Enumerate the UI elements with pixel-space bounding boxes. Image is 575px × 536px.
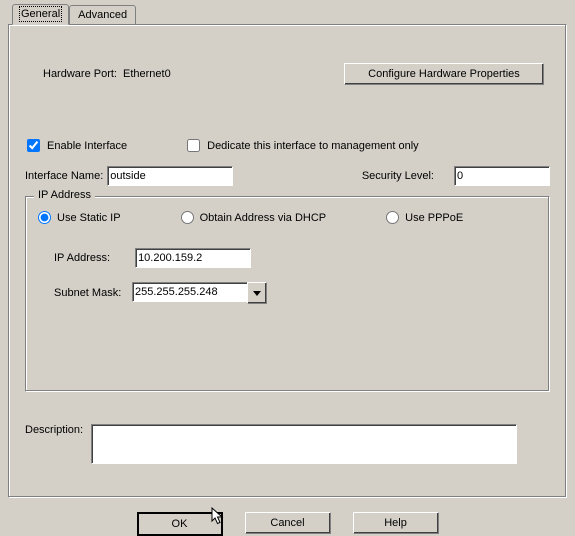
tab-advanced[interactable]: Advanced bbox=[69, 5, 136, 24]
cancel-button[interactable]: Cancel bbox=[245, 512, 331, 534]
ip-address-group-title: IP Address bbox=[34, 189, 95, 201]
chevron-down-icon bbox=[253, 287, 261, 299]
subnet-mask-label: Subnet Mask: bbox=[54, 287, 132, 299]
subnet-mask-dropdown-button[interactable] bbox=[247, 282, 267, 304]
use-static-ip-radio[interactable]: Use Static IP bbox=[38, 211, 121, 224]
obtain-dhcp-label: Obtain Address via DHCP bbox=[200, 212, 327, 224]
ip-address-input[interactable] bbox=[135, 248, 251, 268]
interface-name-input[interactable] bbox=[107, 166, 233, 186]
security-level-label: Security Level: bbox=[282, 170, 434, 182]
interface-name-label: Interface Name: bbox=[25, 170, 103, 182]
dedicate-management-checkbox[interactable]: Dedicate this interface to management on… bbox=[187, 139, 419, 152]
dedicate-management-label: Dedicate this interface to management on… bbox=[207, 140, 419, 152]
tab-general[interactable]: General bbox=[12, 4, 69, 25]
use-static-ip-label: Use Static IP bbox=[57, 212, 121, 224]
enable-interface-checkbox[interactable]: Enable Interface bbox=[27, 139, 127, 152]
description-label: Description: bbox=[25, 424, 83, 436]
obtain-dhcp-radio[interactable]: Obtain Address via DHCP bbox=[181, 211, 327, 224]
dedicate-management-input[interactable] bbox=[187, 139, 200, 152]
use-pppoe-label: Use PPPoE bbox=[405, 212, 463, 224]
use-static-ip-input[interactable] bbox=[38, 211, 51, 224]
obtain-dhcp-input[interactable] bbox=[181, 211, 194, 224]
hardware-port-label: Hardware Port: bbox=[43, 68, 117, 80]
security-level-input[interactable] bbox=[454, 166, 550, 186]
use-pppoe-radio[interactable]: Use PPPoE bbox=[386, 211, 463, 224]
help-button[interactable]: Help bbox=[353, 512, 439, 534]
dialog-button-bar: OK Cancel Help bbox=[0, 512, 575, 536]
configure-hardware-button[interactable]: Configure Hardware Properties bbox=[344, 63, 544, 85]
subnet-mask-combo[interactable] bbox=[132, 282, 267, 304]
use-pppoe-input[interactable] bbox=[386, 211, 399, 224]
subnet-mask-input[interactable] bbox=[132, 282, 247, 302]
general-panel: Hardware Port: Ethernet0 Configure Hardw… bbox=[8, 24, 567, 498]
hardware-port-value: Ethernet0 bbox=[123, 68, 171, 80]
ip-address-label: IP Address: bbox=[54, 252, 132, 264]
ok-button[interactable]: OK bbox=[137, 512, 223, 536]
enable-interface-input[interactable] bbox=[27, 139, 40, 152]
tab-bar: GeneralAdvanced bbox=[12, 4, 575, 24]
description-input[interactable] bbox=[91, 424, 517, 464]
ip-address-group: IP Address Use Static IP Obtain Address … bbox=[25, 196, 550, 392]
enable-interface-label: Enable Interface bbox=[47, 140, 127, 152]
